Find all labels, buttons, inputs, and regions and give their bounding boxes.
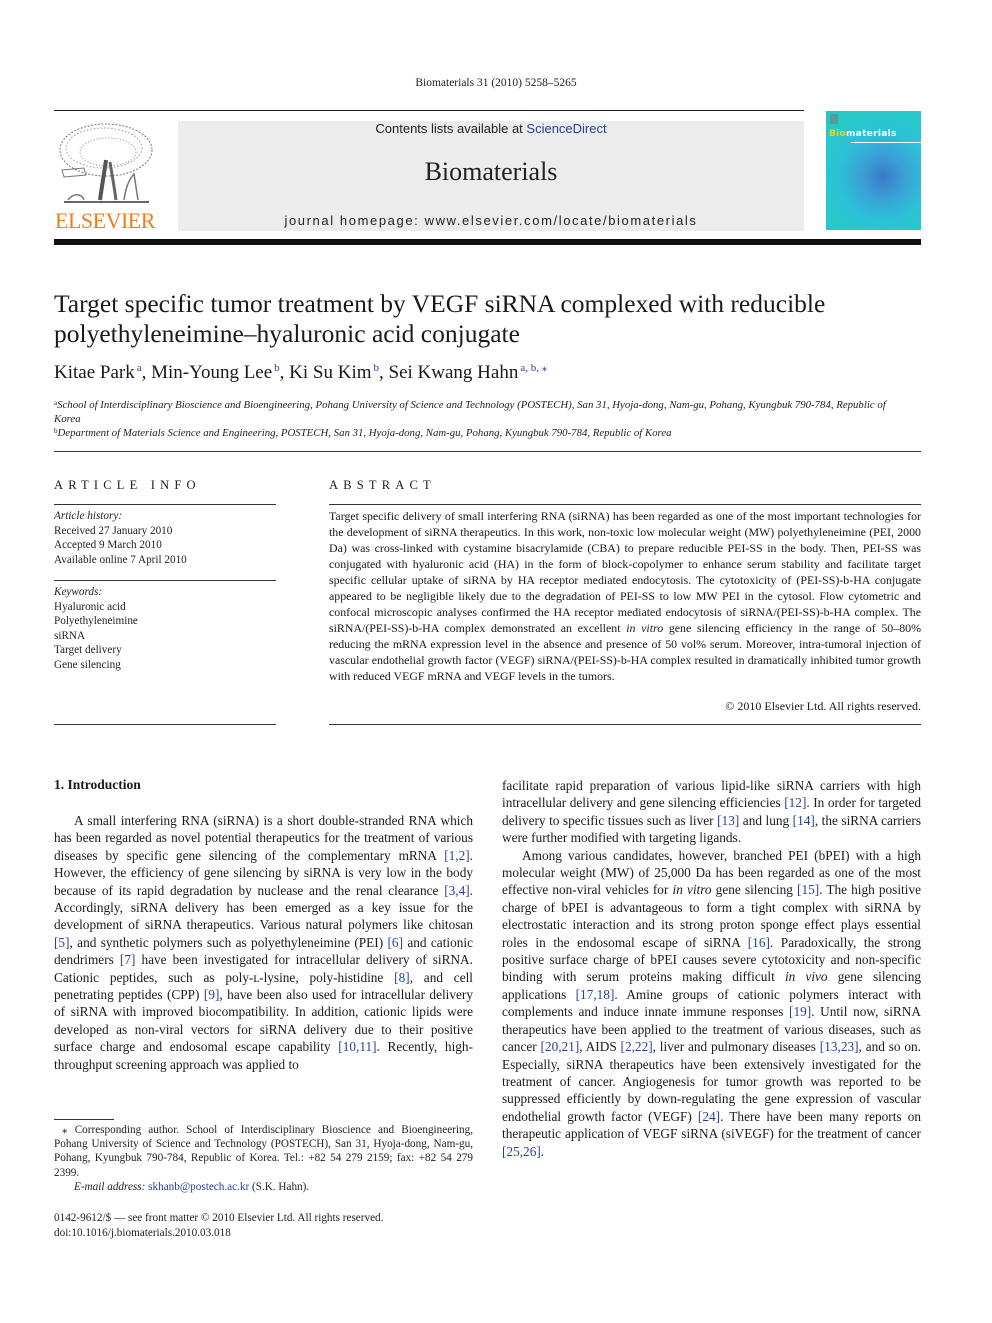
author-affiliation-mark[interactable]: b (274, 362, 280, 374)
journal-homepage-link[interactable]: journal homepage: www.elsevier.com/locat… (178, 213, 804, 228)
reference-link[interactable]: [8] (394, 970, 410, 985)
abstract-rule (329, 504, 921, 505)
reference-link[interactable]: [3,4] (444, 883, 469, 898)
affiliation-text: Department of Materials Science and Engi… (57, 427, 672, 439)
author-list: Kitae Park a, Min-Young Lee b, Ki Su Kim b,… (54, 362, 548, 383)
reference-link[interactable]: [14] (793, 813, 815, 828)
article-info-bottom-rule (54, 724, 276, 725)
reference-link[interactable]: [9] (204, 987, 220, 1002)
header-thick-divider (54, 239, 921, 245)
reference-link[interactable]: [20,21] (541, 1039, 580, 1054)
journal-name: Biomaterials (424, 157, 558, 186)
affiliation-b: bDepartment of Materials Science and Eng… (54, 424, 914, 440)
header-divider (54, 110, 804, 111)
author-affiliation-mark[interactable]: b (374, 362, 380, 374)
cover-title: Biomaterials (829, 129, 897, 139)
article-history-label: Article history: (54, 510, 123, 522)
reference-link[interactable]: [12] (784, 795, 806, 810)
front-matter-divider (54, 451, 921, 452)
email-link[interactable]: skhanb@postech.ac.kr (148, 1181, 249, 1193)
journal-citation: Biomaterials 31 (2010) 5258–5265 (415, 77, 577, 89)
author-affiliation-mark[interactable]: a (137, 362, 142, 374)
reference-link[interactable]: [10,11] (338, 1039, 376, 1054)
reference-link[interactable]: [15] (797, 882, 819, 897)
introduction-heading: 1. Introduction (54, 777, 141, 792)
reference-link[interactable]: [25,26] (502, 1144, 541, 1159)
reference-link[interactable]: [24] (698, 1109, 720, 1124)
keyword-item: siRNA (54, 629, 86, 642)
abstract-copyright: © 2010 Elsevier Ltd. All rights reserved… (725, 699, 921, 713)
issn-line: 0142-9612/$ — see front matter © 2010 El… (54, 1212, 384, 1224)
title-line-1: Target specific tumor treatment by VEGF … (54, 289, 826, 318)
keyword-item: Gene silencing (54, 658, 121, 671)
author-affiliation-mark[interactable]: a, b, ⁎ (520, 362, 547, 374)
reference-link[interactable]: [5] (54, 935, 70, 950)
reference-link[interactable]: [1,2] (444, 848, 469, 863)
contents-availability: Contents lists available at ScienceDirec… (178, 121, 804, 136)
doi-link[interactable]: doi:10.1016/j.biomaterials.2010.03.018 (54, 1226, 473, 1241)
email-line: E-mail address: skhanb@postech.ac.kr (S.… (74, 1180, 310, 1193)
affiliation-a: aSchool of Interdisciplinary Bioscience … (54, 396, 914, 426)
article-info-rule (54, 504, 276, 505)
reference-link[interactable]: [2,22] (621, 1039, 653, 1054)
reference-link[interactable]: [6] (388, 935, 404, 950)
history-rule (54, 580, 276, 581)
reference-link[interactable]: [19] (789, 1004, 811, 1019)
corresponding-author-footnote: ⁎ Corresponding author. School of Interd… (54, 1123, 473, 1194)
paragraph: Among various candidates, however, branc… (502, 847, 922, 1159)
reference-link[interactable]: [16] (748, 935, 770, 950)
paragraph: A small interfering RNA (siRNA) is a sho… (54, 813, 473, 1072)
cover-publisher-mark-icon (830, 114, 838, 124)
article-title: Target specific tumor treatment by VEGF … (54, 289, 914, 349)
keyword-item: Target delivery (54, 644, 122, 656)
author-name[interactable]: Sei Kwang Hahn (389, 362, 519, 383)
abstract-bottom-rule (329, 724, 921, 725)
contents-prefix: Contents lists available at (375, 121, 527, 136)
cover-rule (851, 142, 921, 143)
keyword-item: Polyethyleneimine (54, 615, 138, 627)
introduction-column-1: A small interfering RNA (siRNA) is a sho… (54, 812, 473, 1073)
reference-link[interactable]: [13] (717, 813, 739, 828)
sciencedirect-link[interactable]: ScienceDirect (526, 121, 606, 136)
paragraph: facilitate rapid preparation of various … (502, 778, 922, 846)
elsevier-logo[interactable]: ELSEVIER (54, 120, 156, 232)
publication-metadata: 0142-9612/$ — see front matter © 2010 El… (54, 1211, 473, 1241)
corresponding-author-text: ⁎ Corresponding author. School of Interd… (54, 1124, 473, 1179)
journal-cover-thumbnail[interactable]: Biomaterials (826, 111, 921, 230)
history-accepted: Accepted 9 March 2010 (54, 539, 162, 551)
title-line-2: polyethyleneimine–hyaluronic acid conjug… (54, 319, 520, 348)
abstract-body: Target specific delivery of small interf… (329, 509, 921, 683)
keyword-item: Hyaluronic acid (54, 600, 126, 613)
journal-masthead: Contents lists available at ScienceDirec… (178, 121, 804, 231)
keywords-label: Keywords: (54, 586, 103, 598)
history-online: Available online 7 April 2010 (54, 553, 187, 566)
author-name[interactable]: Ki Su Kim (289, 362, 371, 383)
footnote-rule (54, 1119, 114, 1120)
affiliation-text: School of Interdisciplinary Bioscience a… (54, 399, 886, 425)
article-info-heading: ARTICLE INFO (54, 478, 201, 492)
keywords: Keywords: Hyaluronic acid Polyethyleneim… (54, 585, 276, 672)
article-history: Article history: Received 27 January 201… (54, 509, 276, 567)
introduction-column-2: facilitate rapid preparation of various … (502, 777, 921, 1160)
history-received: Received 27 January 2010 (54, 524, 173, 537)
author-name[interactable]: Kitae Park (54, 362, 135, 383)
abstract-heading: ABSTRACT (329, 478, 436, 492)
elsevier-wordmark: ELSEVIER (55, 208, 155, 233)
author-name[interactable]: Min-Young Lee (151, 362, 272, 383)
reference-link[interactable]: [7] (120, 952, 136, 967)
reference-link[interactable]: [17,18] (576, 987, 615, 1002)
reference-link[interactable]: [13,23] (820, 1039, 859, 1054)
elsevier-tree-icon (59, 123, 153, 203)
